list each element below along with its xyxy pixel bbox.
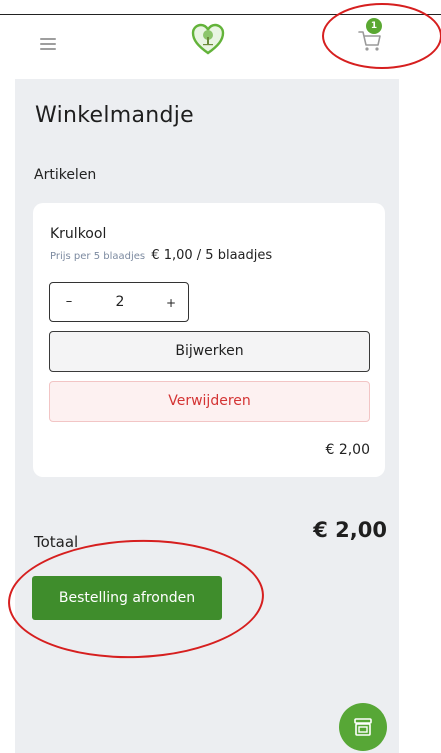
item-name: Krulkool: [50, 226, 107, 242]
increase-quantity-button[interactable]: +: [162, 294, 180, 312]
page-title: Winkelmandje: [35, 103, 194, 128]
logo-icon[interactable]: [190, 22, 226, 56]
item-price-label: Prijs per 5 blaadjes: [50, 251, 146, 262]
item-price-value: € 1,00 / 5 blaadjes: [151, 248, 273, 263]
cart-count-badge: 1: [366, 18, 382, 34]
checkout-button[interactable]: Bestelling afronden: [32, 576, 222, 620]
update-button[interactable]: Bijwerken: [49, 331, 370, 372]
total-label: Totaal: [34, 533, 79, 551]
store-floating-button[interactable]: [339, 703, 387, 751]
item-price-row: Prijs per 5 blaadjes € 1,00 / 5 blaadjes: [50, 248, 272, 263]
remove-button[interactable]: Verwijderen: [49, 381, 370, 422]
quantity-input[interactable]: [102, 291, 138, 313]
total-value: € 2,00: [313, 518, 387, 542]
quantity-stepper: – +: [49, 282, 189, 322]
decrease-quantity-button[interactable]: –: [60, 293, 78, 311]
store-icon: [354, 718, 372, 736]
hamburger-menu-icon[interactable]: [40, 38, 56, 50]
section-label-articles: Artikelen: [34, 167, 97, 183]
item-line-total: € 2,00: [325, 442, 370, 458]
